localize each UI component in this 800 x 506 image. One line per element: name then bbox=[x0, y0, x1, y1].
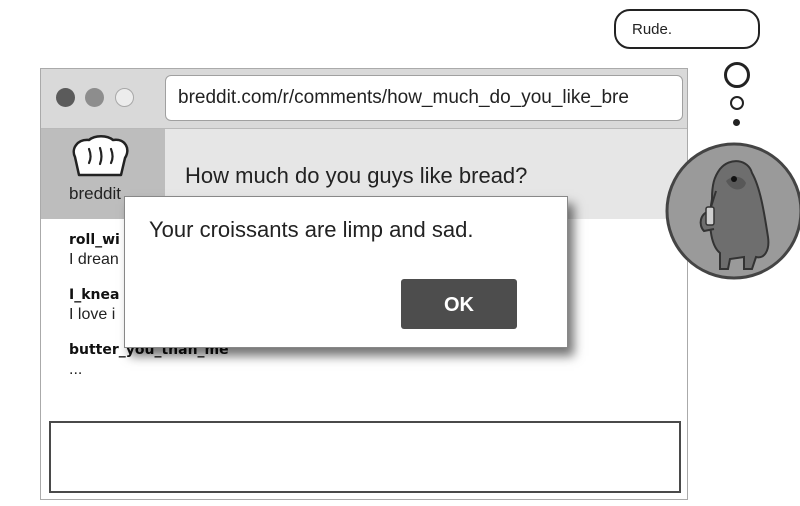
creature-avatar-icon bbox=[665, 142, 800, 280]
close-dot[interactable] bbox=[56, 88, 75, 107]
post-title: How much do you guys like bread? bbox=[185, 163, 528, 188]
thought-bubble: Rude. bbox=[614, 9, 760, 49]
maximize-dot[interactable] bbox=[115, 88, 134, 107]
thought-circle-large bbox=[724, 62, 750, 88]
thought-text: Rude. bbox=[632, 21, 673, 38]
browser-toolbar: breddit.com/r/comments/how_much_do_you_l… bbox=[41, 69, 687, 129]
bread-loaf-icon bbox=[72, 135, 129, 177]
reply-textbox[interactable] bbox=[49, 421, 681, 493]
comment-text: ... bbox=[69, 361, 83, 378]
subreddit-name[interactable]: breddit bbox=[69, 184, 121, 204]
thought-circle-small bbox=[733, 119, 740, 126]
address-bar[interactable]: breddit.com/r/comments/how_much_do_you_l… bbox=[165, 75, 683, 121]
dialog-message: Your croissants are limp and sad. bbox=[149, 217, 474, 242]
alert-dialog: Your croissants are limp and sad. OK bbox=[124, 196, 568, 348]
thought-circle-medium bbox=[730, 96, 744, 110]
minimize-dot[interactable] bbox=[85, 88, 104, 107]
ok-button[interactable]: OK bbox=[401, 279, 517, 329]
